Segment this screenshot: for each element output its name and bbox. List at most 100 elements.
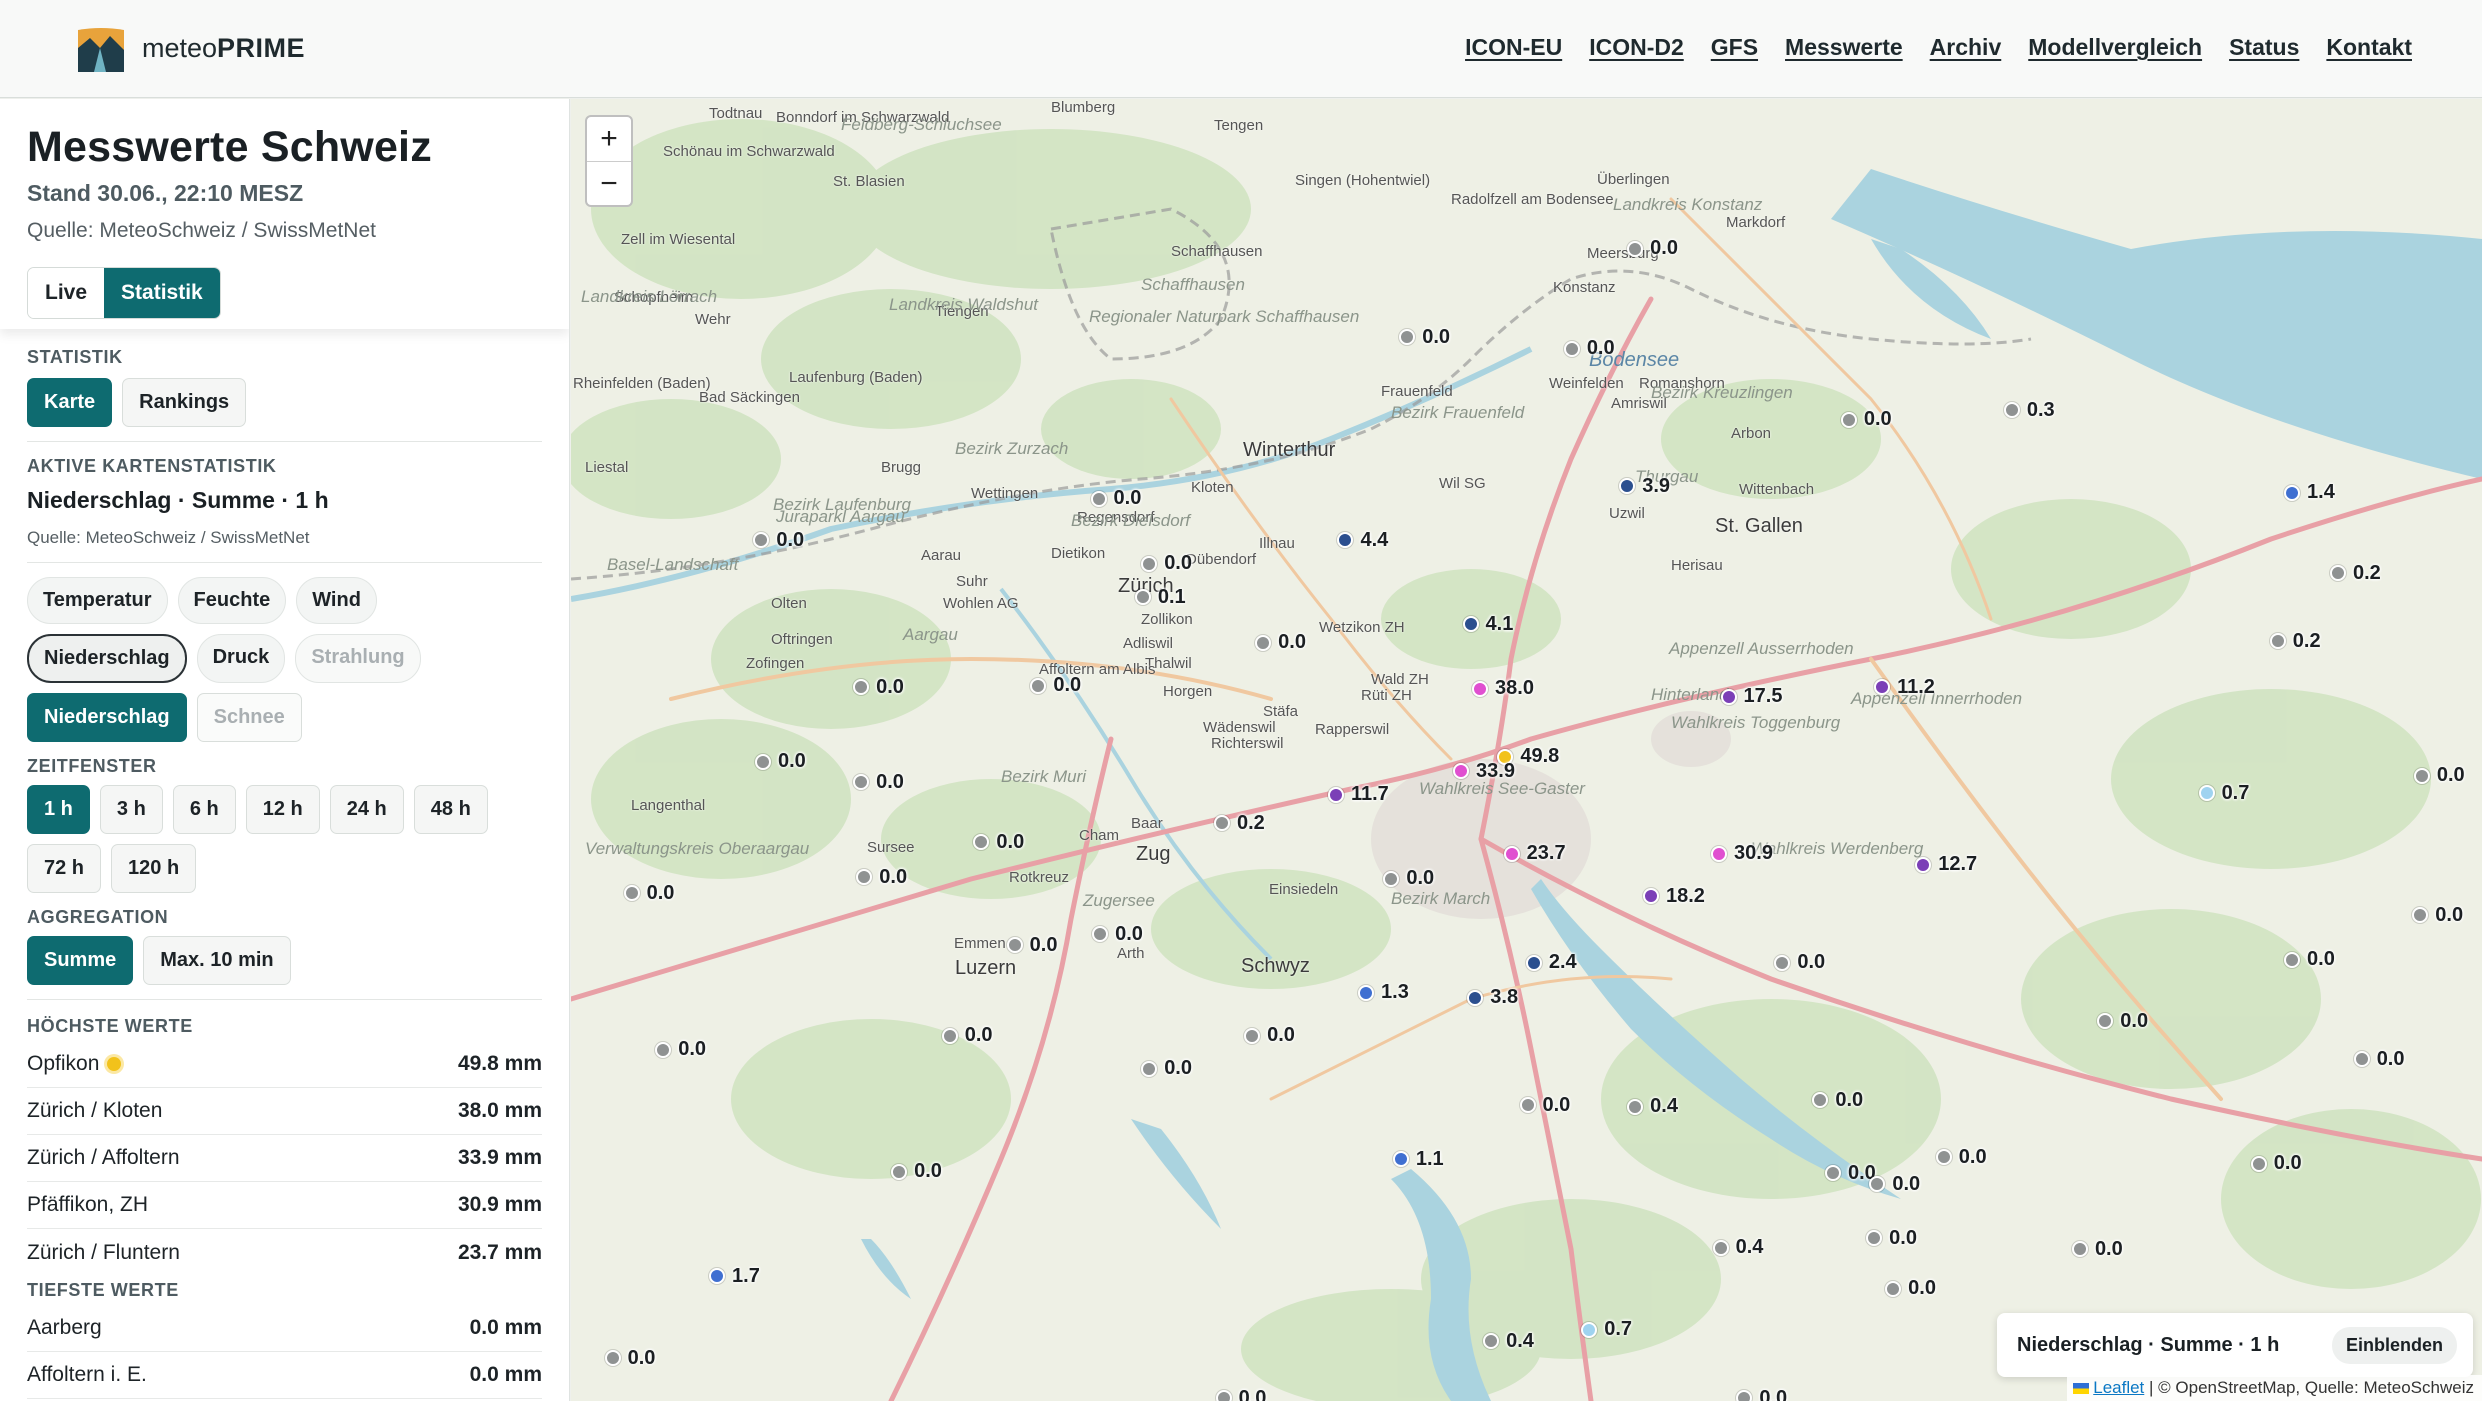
station-marker[interactable]: 0.0 [941,1024,993,1047]
station-marker[interactable]: 0.0 [2071,1238,2123,1261]
station-marker[interactable]: 3.9 [1619,475,1670,498]
station-marker[interactable]: 0.0 [1935,1146,1987,1169]
param-strahlung[interactable]: Strahlung [295,634,421,683]
list-item[interactable]: Opfikon 49.8 mm [27,1041,542,1088]
list-item[interactable]: Zürich / Fluntern 23.7 mm [27,1229,542,1276]
station-marker[interactable]: 0.0 [1840,408,1892,431]
station-marker[interactable]: 17.5 [1720,685,1782,708]
station-marker[interactable]: 0.0 [973,831,1024,854]
station-marker[interactable]: 1.4 [2284,481,2335,504]
station-marker[interactable]: 0.0 [853,771,904,794]
station-marker[interactable]: 0.0 [1141,1057,1192,1080]
station-marker[interactable]: 0.0 [754,750,806,773]
legend-toggle-button[interactable]: Einblenden [2331,1326,2457,1364]
param-niederschlag[interactable]: Niederschlag [27,634,187,683]
station-marker[interactable]: 0.0 [1519,1094,1570,1117]
meteoprime-logo-icon[interactable] [76,26,126,76]
station-marker[interactable]: 18.2 [1642,885,1705,908]
zeitfenster-6h[interactable]: 6 h [172,785,236,834]
station-marker[interactable]: 0.0 [1825,1162,1876,1185]
station-marker[interactable]: 0.0 [856,866,907,889]
station-marker[interactable]: 0.2 [2329,562,2381,585]
list-item[interactable]: Zürich / Affoltern 33.9 mm [27,1135,542,1182]
station-marker[interactable]: 0.7 [2198,782,2249,805]
nav-status[interactable]: Status [2229,34,2299,61]
station-marker[interactable]: 4.1 [1462,613,1513,636]
station-marker[interactable]: 38.0 [1472,677,1534,700]
station-marker[interactable]: 0.4 [1483,1330,1534,1353]
station-marker[interactable]: 11.7 [1327,783,1389,806]
station-marker[interactable]: 3.8 [1467,986,1518,1009]
station-marker[interactable]: 0.0 [1812,1089,1863,1112]
list-item[interactable]: Zürich / Kloten 38.0 mm [27,1088,542,1135]
station-marker[interactable]: 0.0 [2413,764,2465,787]
station-marker[interactable]: 0.0 [1092,923,1143,946]
station-marker[interactable]: 33.9 [1453,760,1515,783]
station-marker[interactable]: 0.0 [1141,552,1192,575]
station-marker[interactable]: 0.0 [753,529,804,552]
nav-icon-d2[interactable]: ICON-D2 [1589,34,1684,61]
nav-messwerte[interactable]: Messwerte [1785,34,1903,61]
station-marker[interactable]: 0.0 [853,676,904,699]
station-marker[interactable]: 0.0 [2097,1010,2148,1033]
station-marker[interactable]: 0.4 [1712,1236,1763,1259]
list-item[interactable]: Pfäffikon, ZH 30.9 mm [27,1182,542,1229]
station-marker[interactable]: 0.0 [1627,237,1678,260]
station-marker[interactable]: 0.0 [891,1160,942,1183]
station-marker[interactable]: 0.0 [2250,1152,2302,1175]
station-marker[interactable]: 0.0 [1885,1277,1936,1300]
station-marker[interactable]: 0.0 [2412,904,2463,927]
param-temperatur[interactable]: Temperatur [27,577,168,624]
subparam-schnee[interactable]: Schnee [196,693,302,742]
station-marker[interactable]: 0.4 [1627,1095,1678,1118]
station-marker[interactable]: 2.4 [1525,951,1577,974]
station-marker[interactable]: 0.0 [604,1347,655,1370]
zeitfenster-24h[interactable]: 24 h [329,785,404,834]
station-marker[interactable]: 0.0 [1399,326,1450,349]
zoom-in-button[interactable]: + [587,117,631,161]
station-marker[interactable]: 1.3 [1358,981,1409,1004]
param-feuchte[interactable]: Feuchte [177,577,287,624]
station-marker[interactable]: 0.2 [1214,812,1265,835]
zeitfenster-3h[interactable]: 3 h [99,785,163,834]
view-rankings-button[interactable]: Rankings [122,378,247,427]
aggregation-summe[interactable]: Summe [27,936,134,985]
mode-live-button[interactable]: Live [28,268,105,318]
station-marker[interactable]: 0.3 [2003,399,2055,422]
station-marker[interactable]: 1.1 [1392,1148,1444,1171]
station-marker[interactable]: 1.7 [709,1265,760,1288]
station-marker[interactable]: 0.0 [1030,674,1081,697]
zeitfenster-120h[interactable]: 120 h [111,844,197,893]
zeitfenster-72h[interactable]: 72 h [27,844,102,893]
station-marker[interactable]: 0.0 [2284,948,2335,971]
station-marker[interactable]: 0.0 [1090,487,1141,510]
station-marker[interactable]: 0.0 [1736,1387,1787,1401]
nav-icon-eu[interactable]: ICON-EU [1465,34,1562,61]
zoom-out-button[interactable]: − [587,161,631,205]
station-marker[interactable]: 12.7 [1915,853,1977,876]
station-marker[interactable]: 0.0 [1383,867,1434,890]
station-marker[interactable]: 0.7 [1581,1318,1632,1341]
view-karte-button[interactable]: Karte [27,378,113,427]
aggregation-max10[interactable]: Max. 10 min [143,936,291,985]
station-marker[interactable]: 0.0 [1244,1024,1295,1047]
station-marker[interactable]: 0.0 [655,1038,706,1061]
subparam-niederschlag[interactable]: Niederschlag [27,693,187,742]
param-wind[interactable]: Wind [296,577,377,624]
station-marker[interactable]: 4.4 [1337,529,1388,552]
param-druck[interactable]: Druck [196,634,286,683]
station-marker[interactable]: 23.7 [1503,842,1566,865]
station-marker[interactable]: 30.9 [1711,842,1773,865]
station-marker[interactable]: 11.2 [1874,676,1935,699]
zeitfenster-1h[interactable]: 1 h [27,785,90,834]
station-marker[interactable]: 0.0 [1774,951,1825,974]
leaflet-link[interactable]: Leaflet [2093,1378,2144,1397]
nav-gfs[interactable]: GFS [1711,34,1758,61]
station-marker[interactable]: 0.1 [1134,586,1186,609]
station-marker[interactable]: 0.0 [623,882,674,905]
nav-modellvergleich[interactable]: Modellvergleich [2028,34,2202,61]
list-item[interactable]: Affoltern i. E. 0.0 mm [27,1352,542,1399]
list-item[interactable]: Aarberg 0.0 mm [27,1305,542,1352]
mode-statistik-button[interactable]: Statistik [104,268,220,318]
nav-kontakt[interactable]: Kontakt [2326,34,2412,61]
